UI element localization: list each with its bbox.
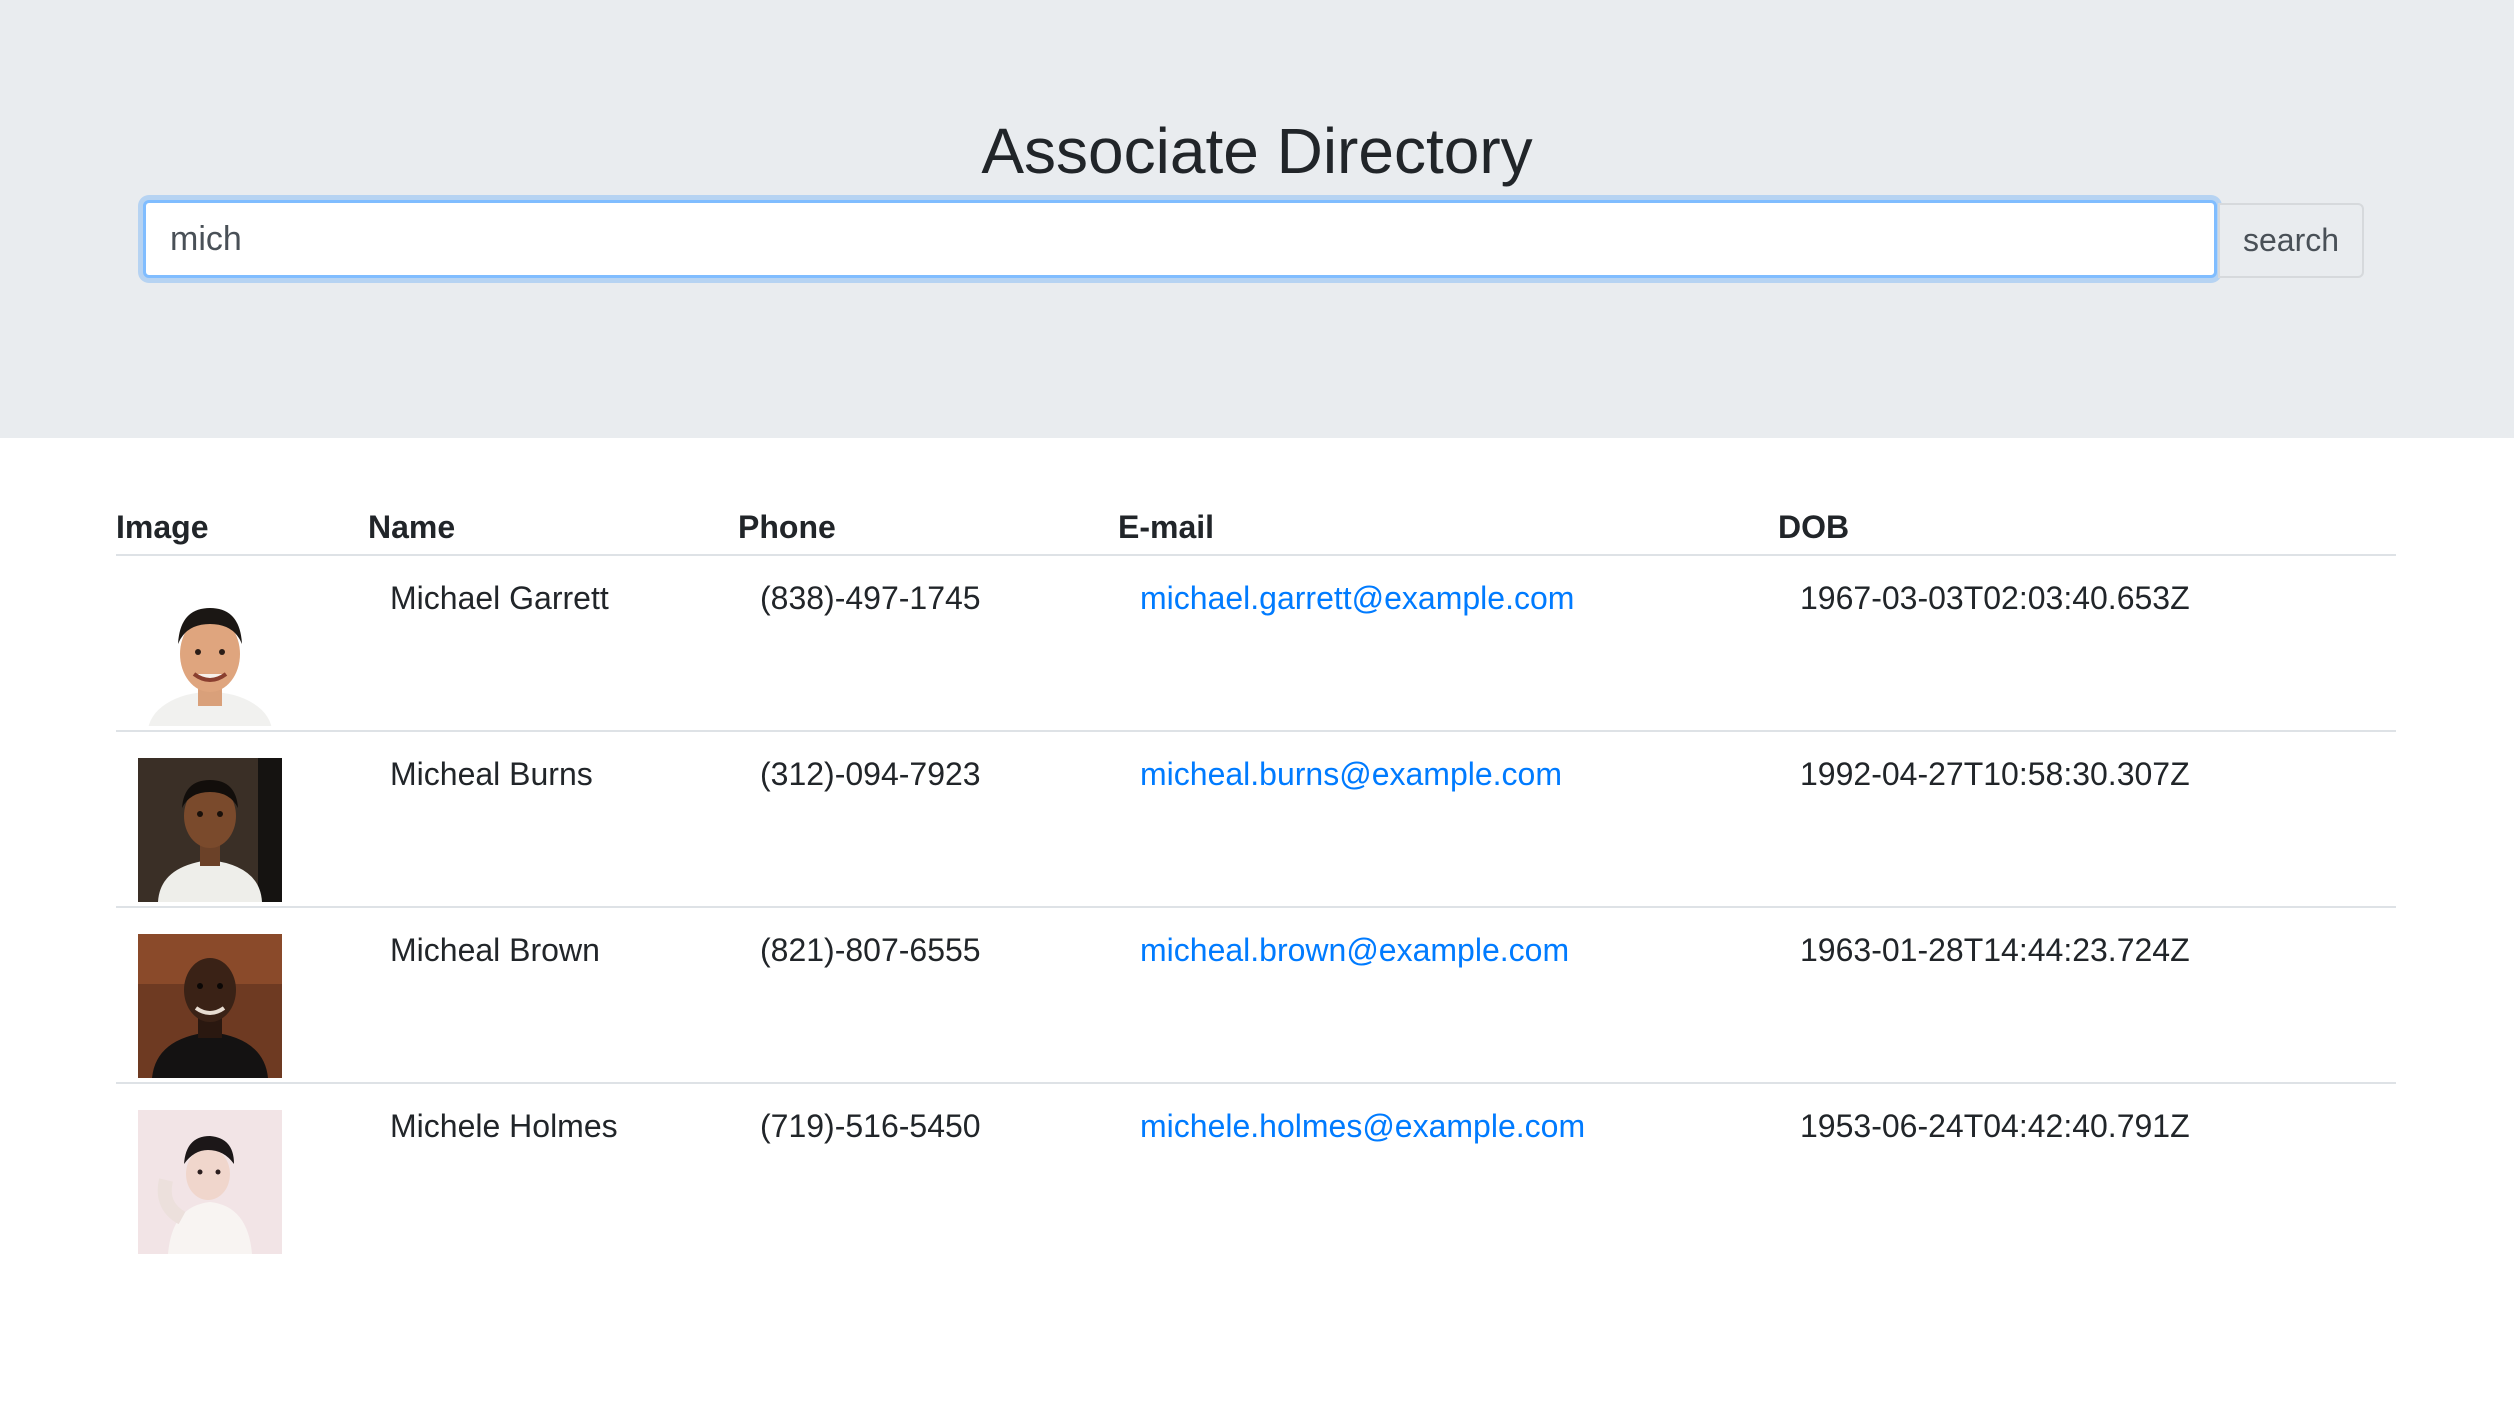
search-button[interactable]: search <box>2218 203 2364 278</box>
row-name: Micheal Burns <box>390 756 593 792</box>
header-jumbotron: Associate Directory search <box>0 0 2514 438</box>
row-dob: 1953-06-24T04:42:40.791Z <box>1800 1108 2190 1144</box>
row-email-link[interactable]: michael.garrett@example.com <box>1140 580 1574 617</box>
row-email-link[interactable]: micheal.burns@example.com <box>1140 756 1562 793</box>
row-dob: 1967-03-03T02:03:40.653Z <box>1800 580 2190 616</box>
column-header-phone: Phone <box>738 498 1118 556</box>
table-row: Micheal Brown (821)-807-6555 micheal.bro… <box>116 907 2396 1084</box>
row-phone: (719)-516-5450 <box>760 1108 981 1144</box>
table-row: Micheal Burns (312)-094-7923 micheal.bur… <box>116 731 2396 908</box>
search-input[interactable] <box>143 200 2217 278</box>
row-email-link[interactable]: michele.holmes@example.com <box>1140 1108 1585 1145</box>
table-row: Michael Garrett (838)-497-1745 michael.g… <box>116 555 2396 732</box>
table-header-row: Image Name Phone E-mail DOB <box>116 498 2396 556</box>
row-email-link[interactable]: micheal.brown@example.com <box>1140 932 1569 969</box>
row-name: Michele Holmes <box>390 1108 618 1144</box>
row-dob: 1963-01-28T14:44:23.724Z <box>1800 932 2190 968</box>
row-name: Michael Garrett <box>390 580 609 616</box>
avatar <box>138 582 282 726</box>
row-dob: 1992-04-27T10:58:30.307Z <box>1800 756 2190 792</box>
row-phone: (312)-094-7923 <box>760 756 981 792</box>
column-header-image: Image <box>116 498 368 556</box>
associate-table: Image Name Phone E-mail DOB Michael Garr… <box>116 498 2396 1259</box>
column-header-email: E-mail <box>1118 498 1778 556</box>
avatar <box>138 1110 282 1254</box>
page-title: Associate Directory <box>981 115 1533 187</box>
row-phone: (821)-807-6555 <box>760 932 981 968</box>
column-header-dob: DOB <box>1778 498 2396 556</box>
avatar <box>138 934 282 1078</box>
row-name: Micheal Brown <box>390 932 600 968</box>
avatar <box>138 758 282 902</box>
column-header-name: Name <box>368 498 738 556</box>
row-phone: (838)-497-1745 <box>760 580 981 616</box>
table-row: Michele Holmes (719)-516-5450 michele.ho… <box>116 1083 2396 1259</box>
